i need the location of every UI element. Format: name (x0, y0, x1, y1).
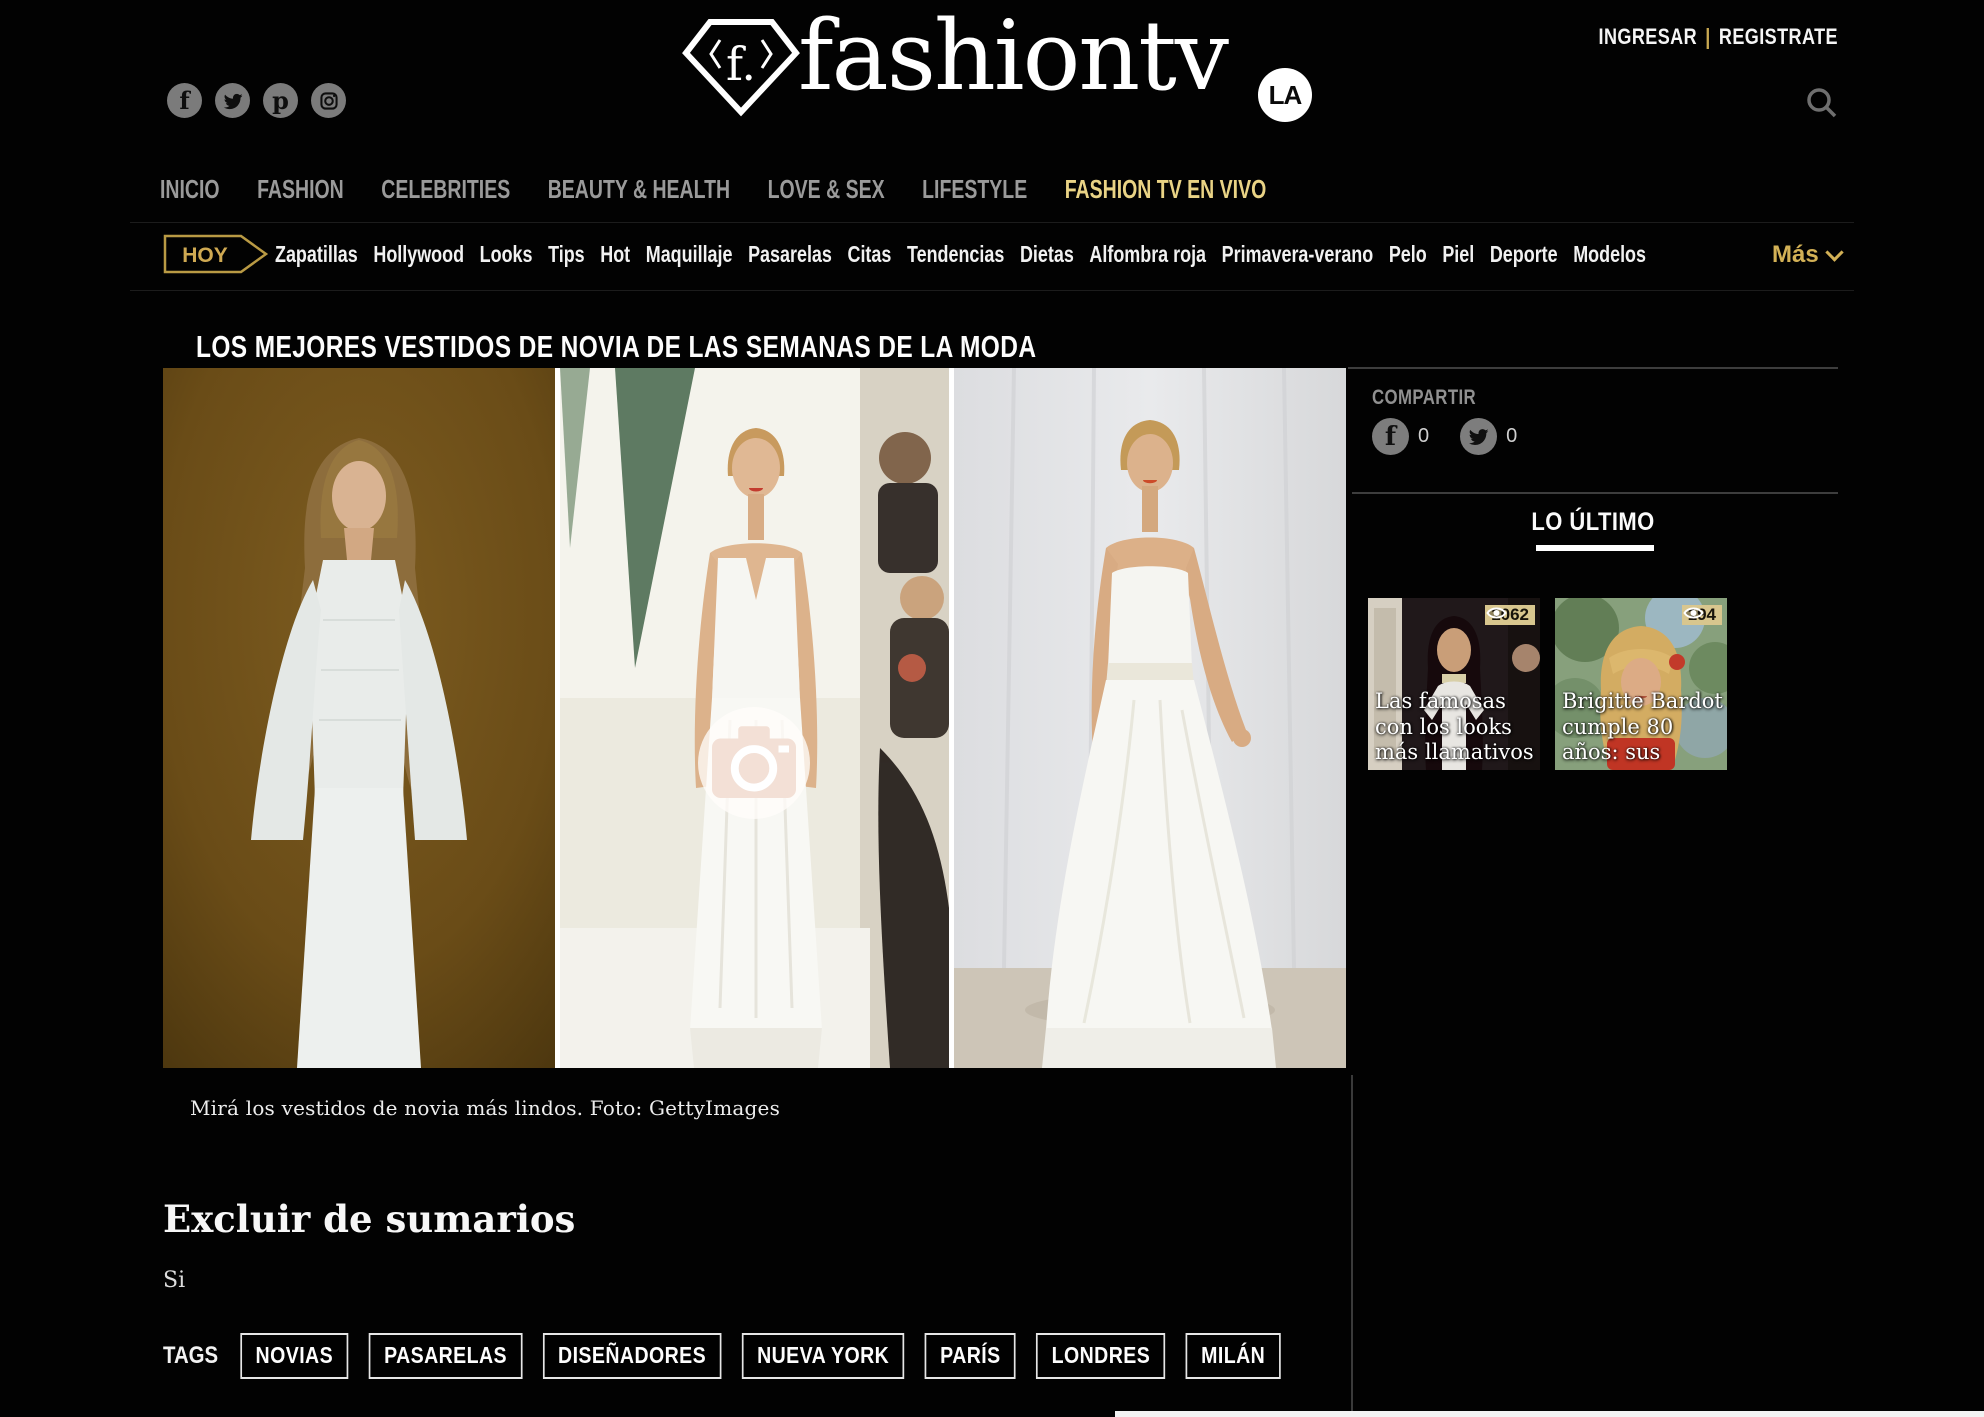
latest-posts: 1062 Las famosas con los looks más llama… (1368, 598, 1727, 770)
nav-fashion-tv-en-vivo[interactable]: FASHION TV EN VIVO (1065, 174, 1267, 205)
topic-dietas[interactable]: Dietas (1020, 241, 1074, 268)
pinterest-icon[interactable]: p (263, 83, 298, 118)
ticker-divider (130, 290, 1854, 291)
hoy-badge-label: HOY (182, 244, 228, 267)
topic-tips[interactable]: Tips (548, 241, 585, 268)
latest-section-header: LO ÚLTIMO (1348, 508, 1838, 537)
topic-deporte[interactable]: Deporte (1490, 241, 1558, 268)
sidebar-divider (1352, 492, 1838, 494)
topic-primavera-verano[interactable]: Primavera-verano (1222, 241, 1374, 268)
twitter-share-count: 0 (1506, 425, 1517, 448)
topic-zapatillas[interactable]: Zapatillas (275, 241, 358, 268)
twitter-icon[interactable] (215, 83, 250, 118)
tag-milan[interactable]: MILÁN (1186, 1333, 1281, 1379)
latest-label: LO ÚLTIMO (1531, 508, 1654, 537)
nav-love-sex[interactable]: LOVE & SEX (768, 174, 885, 205)
register-link[interactable]: REGISTRATE (1719, 24, 1838, 50)
chevron-down-icon (1825, 243, 1843, 261)
nav-fashion[interactable]: FASHION (257, 174, 344, 205)
main-nav: INICIO FASHION CELEBRITIES BEAUTY & HEAL… (160, 174, 1266, 205)
share-label: COMPARTIR (1372, 386, 1476, 410)
nav-lifestyle[interactable]: LIFESTYLE (922, 174, 1027, 205)
topic-piel[interactable]: Piel (1442, 241, 1474, 268)
tags-row: TAGS NOVIAS PASARELAS DISEÑADORES NUEVA … (163, 1333, 1280, 1379)
photo-panel-center (560, 368, 949, 1068)
topic-pasarelas[interactable]: Pasarelas (748, 241, 832, 268)
search-icon[interactable] (1804, 85, 1840, 126)
tag-londres[interactable]: LONDRES (1036, 1333, 1165, 1379)
tag-novias[interactable]: NOVIAS (240, 1333, 348, 1379)
more-label: Más (1772, 241, 1819, 269)
logo-la-badge: LA (1258, 68, 1312, 122)
auth-separator: | (1705, 24, 1710, 50)
article-title: LOS MEJORES VESTIDOS DE NOVIA DE LAS SEM… (196, 329, 1036, 365)
topics-nav: Zapatillas Hollywood Looks Tips Hot Maqu… (275, 241, 1646, 268)
eye-icon (1682, 605, 1705, 621)
more-dropdown[interactable]: Más (1772, 241, 1841, 269)
twitter-share-button[interactable] (1460, 418, 1497, 455)
facebook-share-button[interactable]: f (1372, 418, 1409, 455)
topic-modelos[interactable]: Modelos (1573, 241, 1646, 268)
topic-alfombra-roja[interactable]: Alfombra roja (1089, 241, 1206, 268)
logo-mark: f. (726, 37, 756, 91)
topic-maquillaje[interactable]: Maquillaje (646, 241, 733, 268)
article-subheading-value: Si (163, 1268, 185, 1293)
share-row: f 0 0 (1372, 418, 1539, 455)
camera-gallery-icon (698, 707, 810, 819)
hoy-badge[interactable]: HOY (163, 234, 269, 279)
topic-tendencias[interactable]: Tendencias (907, 241, 1004, 268)
content-sidebar-divider (1351, 1075, 1353, 1417)
tag-paris[interactable]: PARÍS (925, 1333, 1016, 1379)
topic-pelo[interactable]: Pelo (1389, 241, 1427, 268)
latest-post-1[interactable]: 1062 Las famosas con los looks más llama… (1368, 598, 1540, 770)
latest-underline (1536, 545, 1654, 551)
tag-disenadores[interactable]: DISEÑADORES (543, 1333, 722, 1379)
tag-pasarelas[interactable]: PASARELAS (369, 1333, 523, 1379)
article-subheading: Excluir de sumarios (163, 1197, 575, 1241)
latest-post-1-views: 1062 (1485, 605, 1535, 625)
fashiontv-page: f p f. fashiontv LA INGRESAR | REGISTRAT… (0, 0, 1984, 1417)
latest-post-1-title: Las famosas con los looks más llamativos (1375, 689, 1539, 766)
topic-hollywood[interactable]: Hollywood (373, 241, 464, 268)
photo-panel-right (954, 368, 1346, 1068)
logo-wordmark[interactable]: fashiontv (798, 6, 1227, 106)
topic-hot[interactable]: Hot (600, 241, 630, 268)
auth-links: INGRESAR | REGISTRATE (1599, 24, 1838, 50)
bottom-page-strip (1115, 1411, 1984, 1417)
latest-post-2-views: 194 (1682, 605, 1722, 625)
nav-beauty-health[interactable]: BEAUTY & HEALTH (548, 174, 730, 205)
latest-post-2-title: Brigitte Bardot cumple 80 años: sus (1562, 689, 1726, 766)
nav-celebrities[interactable]: CELEBRITIES (381, 174, 510, 205)
nav-inicio[interactable]: INICIO (160, 174, 220, 205)
instagram-icon[interactable] (311, 83, 346, 118)
sidebar-top-divider (1348, 367, 1838, 369)
article-photo[interactable] (163, 368, 1346, 1068)
tag-nueva-york[interactable]: NUEVA YORK (742, 1333, 905, 1379)
login-link[interactable]: INGRESAR (1599, 24, 1698, 50)
topic-citas[interactable]: Citas (847, 241, 891, 268)
social-icons: f p (167, 83, 346, 118)
tags-label: TAGS (163, 1342, 218, 1370)
latest-post-2[interactable]: 194 Brigitte Bardot cumple 80 años: sus (1555, 598, 1727, 770)
facebook-share-count: 0 (1418, 425, 1429, 448)
facebook-icon[interactable]: f (167, 83, 202, 118)
header-divider (130, 222, 1854, 223)
photo-panel-left (163, 368, 555, 1068)
fashiontv-logo-diamond[interactable]: f. (680, 16, 802, 123)
photo-caption: Mirá los vestidos de novia más lindos. F… (190, 1096, 780, 1120)
eye-icon (1485, 605, 1508, 621)
topic-looks[interactable]: Looks (480, 241, 533, 268)
